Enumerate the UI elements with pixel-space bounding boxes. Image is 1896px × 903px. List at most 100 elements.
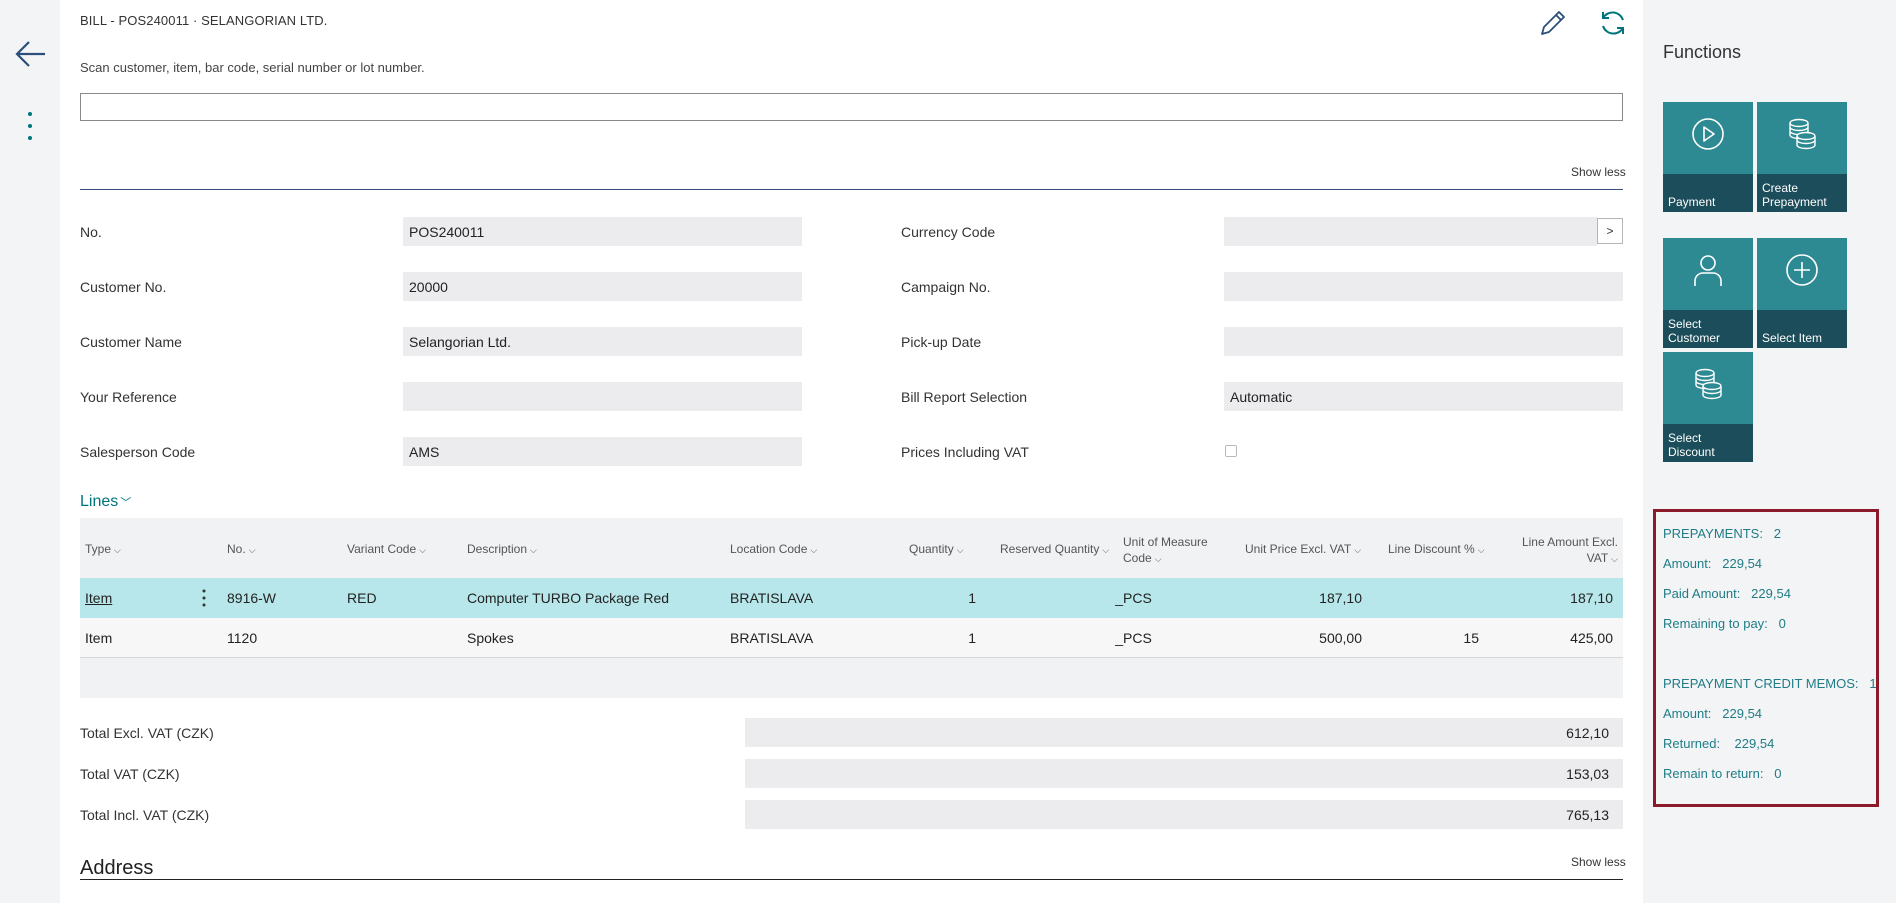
row-reserved[interactable]: _ <box>1040 630 1123 646</box>
edit-pencil-icon[interactable] <box>1536 6 1570 40</box>
your-reference-label: Your Reference <box>80 389 177 405</box>
select-discount-tile[interactable]: Select Discount <box>1663 352 1753 462</box>
chevron-down-icon: ⌵ <box>1611 554 1618 564</box>
credit-memo-returned[interactable]: Returned: 229,54 <box>1663 736 1774 751</box>
row-type[interactable]: Item <box>85 630 112 646</box>
select-customer-tile-label: Select Customer <box>1663 310 1753 348</box>
pickup-date-label: Pick-up Date <box>901 334 982 350</box>
col-no[interactable]: No. ⌵ <box>227 542 256 556</box>
pickup-date-field[interactable] <box>1224 327 1623 356</box>
col-reserved-quantity[interactable]: Reserved Quantity ⌵ <box>1000 542 1109 556</box>
payment-tile[interactable]: Payment <box>1663 102 1753 212</box>
chevron-down-icon: ⌵ <box>248 545 256 555</box>
person-icon <box>1688 250 1728 290</box>
col-location-code[interactable]: Location Code ⌵ <box>730 542 817 556</box>
create-prepayment-tile[interactable]: Create Prepayment <box>1757 102 1847 212</box>
salesperson-code-label: Salesperson Code <box>80 444 196 460</box>
row-no[interactable]: 1120 <box>227 630 257 646</box>
chevron-down-icon: ﹀ <box>120 497 132 509</box>
col-variant-code[interactable]: Variant Code ⌵ <box>347 542 426 556</box>
page-caption: BILL - POS240011 · SELANGORIAN LTD. <box>80 13 328 28</box>
row-unit-price[interactable]: 187,10 <box>1250 590 1362 606</box>
chevron-down-icon: ⌵ <box>1354 545 1362 555</box>
row-uom[interactable]: PCS <box>1123 590 1152 606</box>
row-location[interactable]: BRATISLAVA <box>730 590 813 606</box>
table-empty-row[interactable] <box>80 658 1623 698</box>
back-arrow-icon[interactable] <box>13 36 49 72</box>
row-description[interactable]: Computer TURBO Package Red <box>467 590 669 606</box>
col-line-discount[interactable]: Line Discount % ⌵ <box>1388 542 1485 556</box>
chevron-down-icon: ⌵ <box>956 545 964 555</box>
bill-report-selection-field[interactable]: Automatic <box>1224 382 1623 411</box>
refresh-icon[interactable] <box>1596 6 1630 40</box>
row-reserved[interactable]: _ <box>1040 590 1123 606</box>
prices-incl-vat-checkbox[interactable] <box>1225 445 1237 457</box>
functions-panel: Functions Payment Create Prepayment Sele… <box>1643 0 1896 903</box>
address-show-less-link[interactable]: Show less <box>1571 855 1626 869</box>
row-menu-icon[interactable] <box>197 586 211 610</box>
chevron-down-icon: ⌵ <box>1477 545 1485 555</box>
col-quantity[interactable]: Quantity ⌵ <box>909 542 964 556</box>
customer-no-field[interactable]: 20000 <box>403 272 802 301</box>
prices-incl-vat-label: Prices Including VAT <box>901 444 1029 460</box>
col-description[interactable]: Description ⌵ <box>467 542 537 556</box>
prepayment-amount[interactable]: Amount: 229,54 <box>1663 556 1762 571</box>
row-amount[interactable]: 425,00 <box>1500 630 1613 646</box>
prepayments-count[interactable]: PREPAYMENTS: 2 <box>1663 526 1781 541</box>
customer-name-label: Customer Name <box>80 334 182 350</box>
chevron-down-icon: ⌵ <box>1102 545 1110 555</box>
currency-code-field[interactable] <box>1224 217 1597 246</box>
row-no[interactable]: 8916-W <box>227 590 276 606</box>
select-discount-tile-label: Select Discount <box>1663 424 1753 462</box>
row-amount[interactable]: 187,10 <box>1500 590 1613 606</box>
bill-report-selection-label: Bill Report Selection <box>901 389 1028 405</box>
customer-name-field[interactable]: Selangorian Ltd. <box>403 327 802 356</box>
col-type[interactable]: Type ⌵ <box>85 542 121 556</box>
campaign-no-field[interactable] <box>1224 272 1623 301</box>
address-section-title[interactable]: Address <box>80 857 153 880</box>
row-quantity[interactable]: 1 <box>900 630 976 646</box>
create-prepayment-tile-label: Create Prepayment <box>1757 174 1847 212</box>
lines-section-toggle[interactable]: Lines ﹀ <box>80 493 131 511</box>
prepayment-summary-highlight <box>1653 509 1879 807</box>
no-label: No. <box>80 224 102 240</box>
main-content: BILL - POS240011 · SELANGORIAN LTD. Scan… <box>60 0 1643 903</box>
table-row[interactable]: Item 8916-W RED Computer TURBO Package R… <box>80 578 1623 618</box>
row-description[interactable]: Spokes <box>467 630 514 646</box>
total-excl-vat-value: 612,10 <box>745 718 1623 747</box>
col-unit-of-measure[interactable]: Unit of Measure Code ⌵ <box>1123 534 1208 567</box>
prepayment-remaining[interactable]: Remaining to pay: 0 <box>1663 616 1786 631</box>
select-customer-tile[interactable]: Select Customer <box>1663 238 1753 348</box>
chevron-down-icon: ⌵ <box>114 545 121 555</box>
chevron-down-icon: ⌵ <box>530 545 537 555</box>
no-field[interactable]: POS240011 <box>403 217 802 246</box>
scan-input[interactable] <box>80 93 1623 121</box>
table-row[interactable]: Item 1120 Spokes BRATISLAVA 1 _ PCS 500,… <box>80 618 1623 658</box>
row-discount[interactable]: 15 <box>1390 630 1479 646</box>
play-circle-icon <box>1688 114 1728 154</box>
row-uom[interactable]: PCS <box>1123 630 1152 646</box>
credit-memo-amount[interactable]: Amount: 229,54 <box>1663 706 1762 721</box>
row-location[interactable]: BRATISLAVA <box>730 630 813 646</box>
more-options-icon[interactable] <box>22 108 38 144</box>
salesperson-code-field[interactable]: AMS <box>403 437 802 466</box>
row-quantity[interactable]: 1 <box>900 590 976 606</box>
chevron-down-icon: ⌵ <box>1154 554 1162 564</box>
chevron-down-icon: ⌵ <box>419 545 426 555</box>
lines-table-header: Type ⌵ No. ⌵ Variant Code ⌵ Description ⌵ Lo… <box>80 518 1623 578</box>
total-excl-vat-label: Total Excl. VAT (CZK) <box>80 725 214 741</box>
row-type-link[interactable]: Item <box>85 590 112 606</box>
prepayment-paid-amount[interactable]: Paid Amount: 229,54 <box>1663 586 1791 601</box>
credit-memo-remain-to-return[interactable]: Remain to return: 0 <box>1663 766 1782 781</box>
select-item-tile[interactable]: Select Item <box>1757 238 1847 348</box>
general-show-less-link[interactable]: Show less <box>1571 165 1626 179</box>
left-rail <box>0 0 60 903</box>
your-reference-field[interactable] <box>403 382 802 411</box>
total-vat-value: 153,03 <box>745 759 1623 788</box>
row-unit-price[interactable]: 500,00 <box>1250 630 1362 646</box>
row-variant[interactable]: RED <box>347 590 377 606</box>
prepayment-credit-memos-count[interactable]: PREPAYMENT CREDIT MEMOS: 1 <box>1663 676 1877 691</box>
col-line-amount[interactable]: Line Amount Excl. VAT ⌵ <box>1500 534 1618 567</box>
currency-lookup-button[interactable]: > <box>1597 218 1623 244</box>
col-unit-price[interactable]: Unit Price Excl. VAT ⌵ <box>1245 542 1361 556</box>
